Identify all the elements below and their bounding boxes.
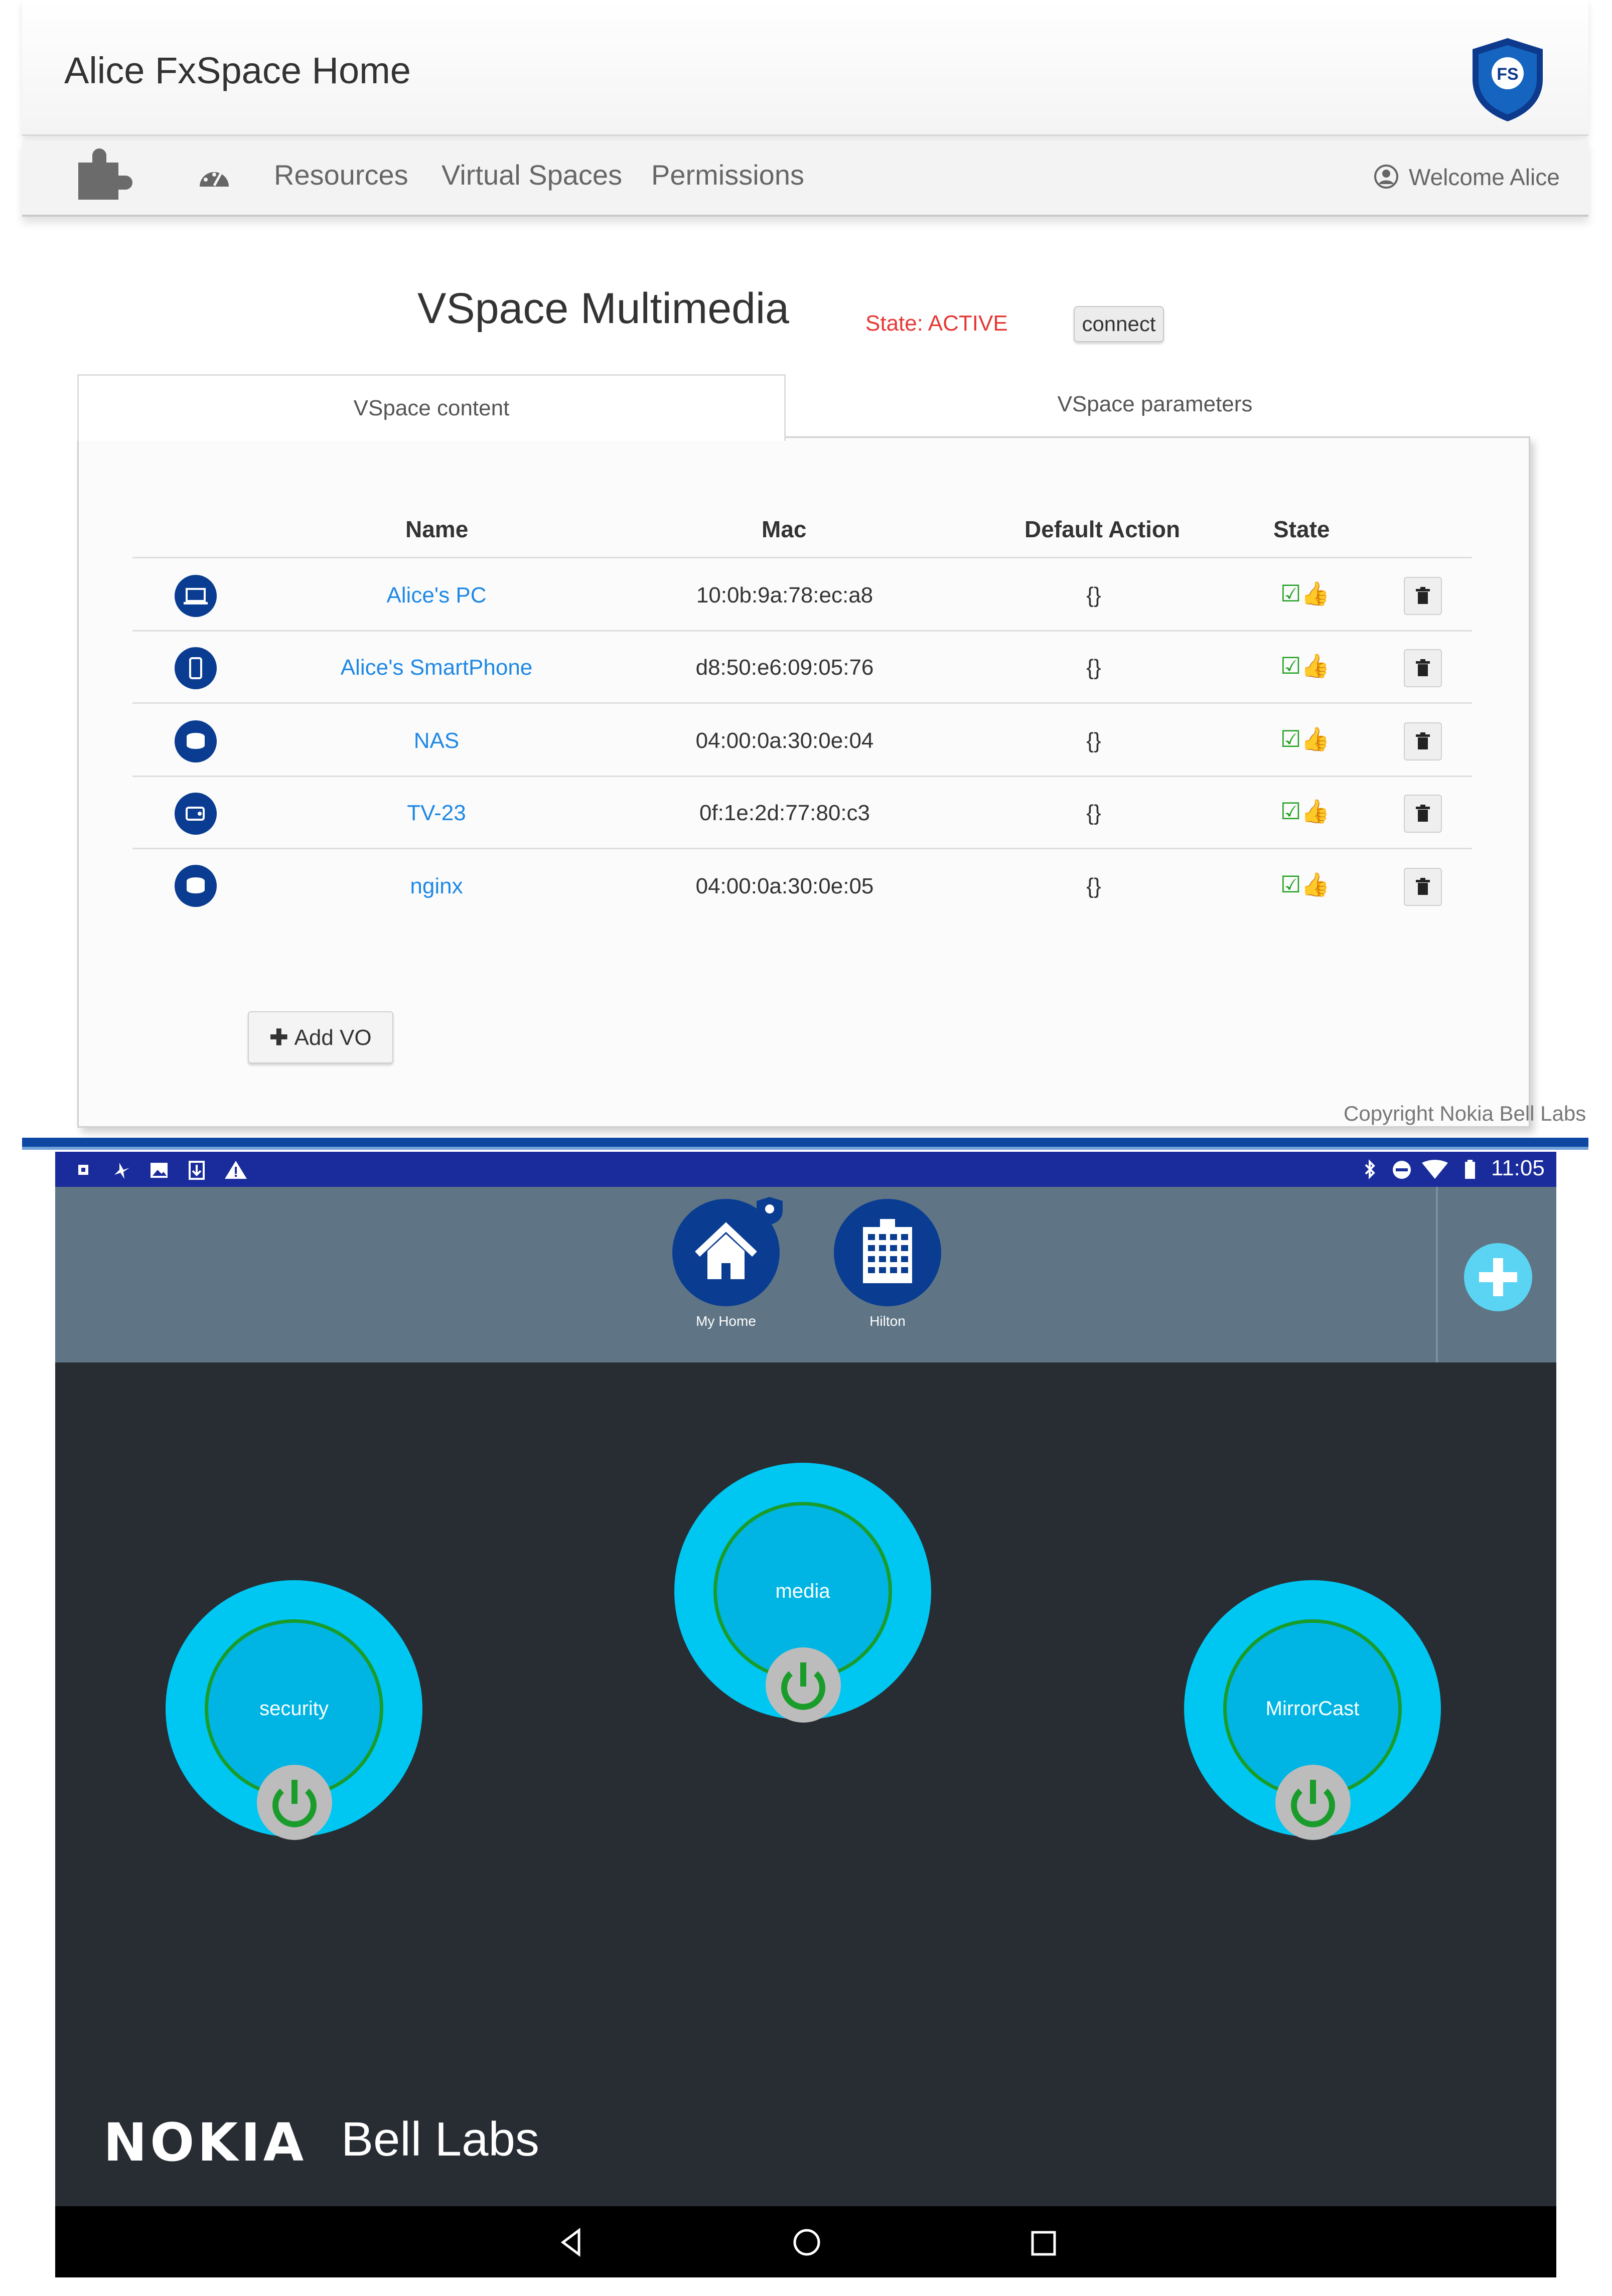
connect-button[interactable]: connect xyxy=(1074,306,1164,342)
device-mac: 10:0b:9a:78:ec:a8 xyxy=(696,583,873,607)
welcome-user[interactable]: Welcome Alice xyxy=(1409,164,1560,191)
laptop-icon xyxy=(175,575,217,617)
table-divider xyxy=(132,557,1472,558)
space-label: My Home xyxy=(696,1313,756,1329)
trash-icon xyxy=(1416,659,1430,676)
power-icon xyxy=(781,1662,825,1710)
delete-button[interactable] xyxy=(1404,722,1442,760)
logo-text: FS xyxy=(1497,65,1518,84)
dashboard-gauge-icon[interactable] xyxy=(198,164,231,189)
navbar xyxy=(22,140,1588,217)
trash-icon xyxy=(1416,587,1430,604)
device-mac: 04:00:0a:30:0e:04 xyxy=(695,728,874,753)
spaces-toolbar xyxy=(55,1187,1556,1362)
default-action-value[interactable]: {} xyxy=(1054,583,1134,608)
trash-icon xyxy=(1416,732,1430,749)
tab-vspace-parameters[interactable]: VSpace parameters xyxy=(784,374,1526,434)
device-name-link[interactable]: nginx xyxy=(271,874,602,899)
column-header-state: State xyxy=(1273,516,1330,542)
page-title: VSpace Multimedia xyxy=(417,284,789,333)
vspace-label: media xyxy=(775,1580,830,1602)
space-hilton-button[interactable] xyxy=(834,1199,941,1306)
smartphone-icon xyxy=(175,647,217,689)
tv-icon xyxy=(175,793,217,835)
state-badge: State: ACTIVE xyxy=(865,311,1008,336)
user-circle-icon xyxy=(1374,165,1398,189)
section-divider xyxy=(22,1138,1588,1150)
app-title: Alice FxSpace Home xyxy=(64,50,411,91)
database-icon xyxy=(175,865,217,907)
table-divider xyxy=(132,776,1472,777)
database-icon xyxy=(175,720,217,762)
clock-time: 11:05 xyxy=(1491,1156,1545,1180)
trash-icon xyxy=(1416,878,1430,895)
state-ok-icons[interactable]: ☑👍 xyxy=(1280,871,1330,898)
device-mac: 0f:1e:2d:77:80:c3 xyxy=(699,801,870,825)
power-icon xyxy=(272,1780,317,1827)
power-button[interactable] xyxy=(766,1647,841,1723)
nav-virtual-spaces[interactable]: Virtual Spaces xyxy=(442,159,622,191)
hotel-icon xyxy=(863,1219,912,1283)
delete-button[interactable] xyxy=(1404,795,1442,833)
plus-icon xyxy=(1479,1258,1517,1296)
state-ok-icons[interactable]: ☑👍 xyxy=(1280,580,1330,607)
nokia-logo: NOKIA xyxy=(103,2112,307,2173)
power-icon xyxy=(1291,1780,1335,1827)
vspace-label: security xyxy=(259,1698,329,1720)
nav-permissions[interactable]: Permissions xyxy=(651,159,804,191)
home-icon[interactable] xyxy=(792,2227,822,2257)
table-divider xyxy=(132,630,1472,632)
vspace-label: MirrorCast xyxy=(1265,1698,1360,1720)
device-name-link[interactable]: Alice's PC xyxy=(271,583,602,608)
bell-labs-text: Bell Labs xyxy=(341,2112,539,2166)
table-divider xyxy=(132,702,1472,704)
tab-vspace-content[interactable]: VSpace content xyxy=(77,374,786,441)
add-space-button[interactable] xyxy=(1464,1243,1532,1311)
delete-button[interactable] xyxy=(1404,649,1442,687)
fs-shield-logo-icon: FS xyxy=(1473,38,1543,121)
table-divider xyxy=(132,848,1472,849)
default-action-value[interactable]: {} xyxy=(1054,728,1134,753)
state-ok-icons[interactable]: ☑👍 xyxy=(1280,725,1330,753)
device-mac: d8:50:e6:09:05:76 xyxy=(695,655,874,680)
space-label: Hilton xyxy=(869,1313,906,1329)
default-action-value[interactable]: {} xyxy=(1054,655,1134,680)
device-mac: 04:00:0a:30:0e:05 xyxy=(695,874,874,898)
plus-icon: ✚ xyxy=(269,1025,295,1050)
toolbar-divider xyxy=(1436,1187,1438,1362)
power-button[interactable] xyxy=(1275,1765,1351,1840)
copyright-text: Copyright Nokia Bell Labs xyxy=(1344,1102,1586,1125)
device-name-link[interactable]: TV-23 xyxy=(271,801,602,826)
back-icon[interactable] xyxy=(557,2227,587,2257)
puzzle-icon[interactable] xyxy=(75,147,135,201)
add-vo-button[interactable]: ✚ Add VO xyxy=(248,1011,393,1063)
delete-button[interactable] xyxy=(1404,577,1442,615)
trash-icon xyxy=(1416,805,1430,822)
delete-button[interactable] xyxy=(1404,868,1442,906)
tab-label: VSpace content xyxy=(353,396,510,420)
device-name-link[interactable]: NAS xyxy=(271,728,602,753)
column-header-default-action: Default Action xyxy=(1024,516,1181,542)
device-name-link[interactable]: Alice's SmartPhone xyxy=(271,655,602,680)
tab-label: VSpace parameters xyxy=(1057,392,1253,416)
state-ok-icons[interactable]: ☑👍 xyxy=(1280,652,1330,680)
system-status-icons xyxy=(1365,1159,1475,1179)
notification-icons xyxy=(78,1161,247,1180)
shield-badge-icon xyxy=(757,1197,783,1225)
state-ok-icons[interactable]: ☑👍 xyxy=(1280,798,1330,825)
add-vo-label: Add VO xyxy=(294,1025,372,1050)
default-action-value[interactable]: {} xyxy=(1054,801,1134,826)
nav-resources[interactable]: Resources xyxy=(274,159,408,191)
column-header-mac: Mac xyxy=(762,516,807,542)
default-action-value[interactable]: {} xyxy=(1054,874,1134,899)
column-header-name: Name xyxy=(405,516,469,542)
recents-icon[interactable] xyxy=(1030,2229,1058,2257)
power-button[interactable] xyxy=(257,1765,332,1840)
